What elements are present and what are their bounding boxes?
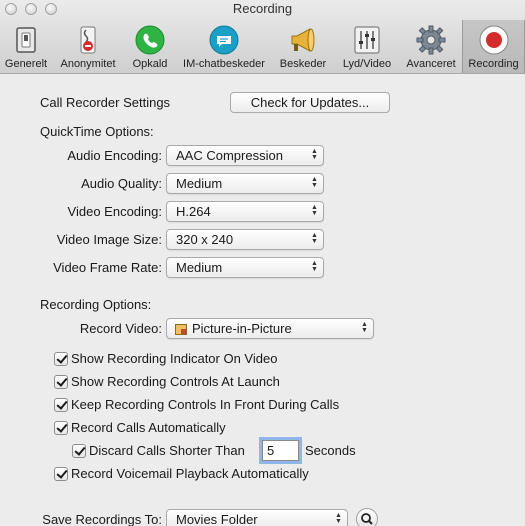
chat-icon [208,24,240,56]
reveal-folder-button[interactable] [356,508,378,526]
frame-rate-label: Video Frame Rate: [53,260,162,275]
toolbar-label: IM-chatbeskeder [183,58,265,70]
keep-controls-front-label: Keep Recording Controls In Front During … [71,397,340,412]
video-encoding-popup[interactable]: H.264 ▲ ▼ [166,201,324,222]
megaphone-icon [287,24,319,56]
record-automatically-label: Record Calls Automatically [71,420,226,435]
popup-arrows-icon: ▲ ▼ [311,148,318,161]
save-recordings-label: Save Recordings To: [42,512,162,526]
window-toolbar-area: Recording Generelt Anonymitet Opkald IM-… [0,0,525,74]
video-encoding-value: H.264 [176,204,211,219]
frame-rate-value: Medium [176,260,223,275]
show-controls-checkbox[interactable] [54,375,68,389]
audio-quality-value: Medium [176,176,223,191]
toolbar-item-lyd-video[interactable]: Lyd/Video [334,20,400,73]
video-encoding-label: Video Encoding: [67,204,162,219]
audio-quality-label: Audio Quality: [81,176,162,191]
section-title: Call Recorder Settings [40,95,171,110]
toolbar-item-avanceret[interactable]: Avanceret [400,20,462,73]
popup-arrows-icon: ▲ ▼ [311,232,318,245]
keep-controls-front-checkbox[interactable] [54,398,68,412]
popup-arrows-icon: ▲ ▼ [335,512,342,525]
show-indicator-checkbox[interactable] [54,352,68,366]
save-location-value: Movies Folder [176,512,258,526]
toolbar-item-generelt[interactable]: Generelt [0,20,52,73]
toolbar-item-recording[interactable]: Recording [462,20,525,73]
sliders-icon [351,24,383,56]
toolbar-label: Avanceret [406,58,456,70]
record-voicemail-label: Record Voicemail Playback Automatically [71,466,309,481]
preferences-toolbar: Generelt Anonymitet Opkald IM-chatbesked… [0,20,525,73]
toolbar-label: Lyd/Video [342,58,392,70]
switch-icon [10,24,42,56]
gear-icon [415,24,447,56]
audio-encoding-value: AAC Compression [176,148,283,163]
phone-icon [134,24,166,56]
window-title: Recording [232,1,293,16]
popup-arrows-icon: ▲ ▼ [311,176,318,189]
show-controls-label: Show Recording Controls At Launch [71,374,280,389]
discard-short-calls-checkbox[interactable] [72,444,86,458]
toolbar-item-im-chatbeskeder[interactable]: IM-chatbeskeder [176,20,272,73]
quicktime-heading: QuickTime Options: [40,124,154,139]
video-size-label: Video Image Size: [56,232,162,247]
record-voicemail-checkbox[interactable] [54,467,68,481]
audio-quality-popup[interactable]: Medium ▲ ▼ [166,173,324,194]
popup-arrows-icon: ▲ ▼ [361,321,368,334]
record-icon [478,24,510,56]
check-updates-button[interactable]: Check for Updates... [230,92,390,113]
toolbar-item-beskeder[interactable]: Beskeder [272,20,334,73]
video-size-value: 320 x 240 [176,232,234,247]
toolbar-label: Generelt [4,58,48,70]
popup-arrows-icon: ▲ ▼ [311,204,318,217]
privacy-icon [72,24,104,56]
toolbar-label: Opkald [132,58,168,70]
audio-encoding-popup[interactable]: AAC Compression ▲ ▼ [166,145,324,166]
discard-short-calls-label: Discard Calls Shorter Than [89,443,245,458]
record-automatically-checkbox[interactable] [54,421,68,435]
recording-heading: Recording Options: [40,297,152,312]
toolbar-item-opkald[interactable]: Opkald [124,20,176,73]
video-size-popup[interactable]: 320 x 240 ▲ ▼ [166,229,324,250]
toolbar-label: Recording [468,58,519,70]
frame-rate-popup[interactable]: Medium ▲ ▼ [166,257,324,278]
magnifier-icon [361,513,373,525]
record-video-popup[interactable]: Picture-in-Picture ▲ ▼ [166,318,374,339]
popup-arrows-icon: ▲ ▼ [311,260,318,273]
pip-icon [175,323,187,338]
toolbar-label: Anonymitet [60,58,116,70]
record-video-value: Picture-in-Picture [192,321,292,336]
toolbar-label: Beskeder [279,58,327,70]
discard-seconds-field[interactable]: 5 [262,440,299,461]
record-video-label: Record Video: [79,321,162,336]
toolbar-item-anonymitet[interactable]: Anonymitet [52,20,124,73]
seconds-unit-label: Seconds [305,443,356,458]
save-location-popup[interactable]: Movies Folder ▲ ▼ [166,509,348,526]
audio-encoding-label: Audio Encoding: [67,148,162,163]
show-indicator-label: Show Recording Indicator On Video [71,351,278,366]
